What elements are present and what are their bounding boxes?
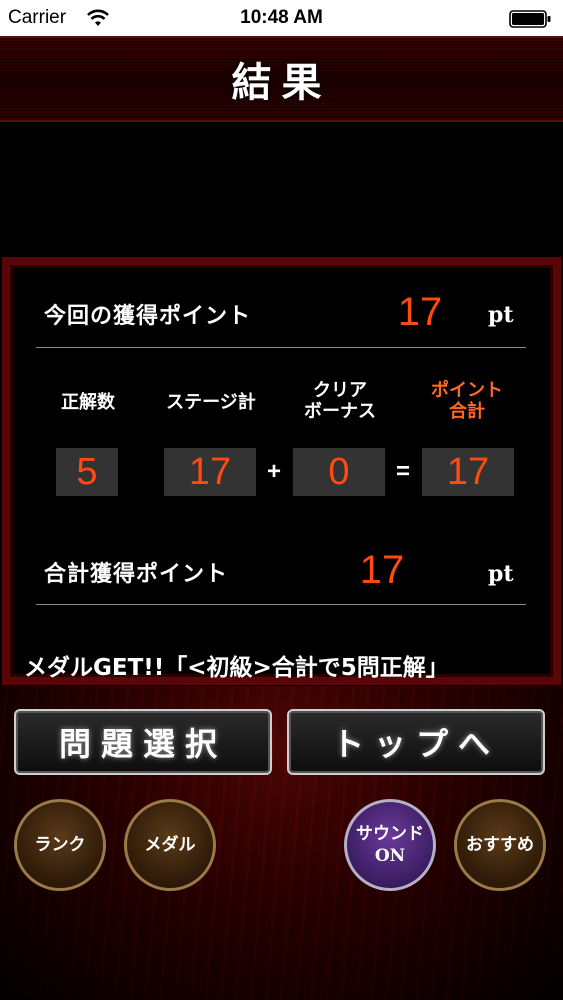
status-bar: Carrier 10:48 AM: [0, 0, 563, 36]
divider-top: [36, 347, 526, 348]
col-header-points-total-line1: ポイント: [431, 380, 503, 401]
recommend-label: おすすめ: [466, 835, 534, 855]
sound-toggle-button[interactable]: サウンド ON: [344, 799, 436, 891]
total-points-unit: pt: [488, 561, 514, 587]
value-stage-total: 17: [164, 448, 256, 496]
rank-label: ランク: [34, 835, 86, 855]
question-select-button[interactable]: 問題選択: [14, 709, 272, 775]
equals-operator: =: [395, 458, 410, 485]
medal-button[interactable]: メダル: [124, 799, 216, 891]
recommend-button[interactable]: おすすめ: [454, 799, 546, 891]
col-header-correct: 正解数: [48, 392, 128, 413]
col-header-clear-bonus-line2: ボーナス: [304, 401, 376, 422]
medal-message: メダルGET!!「<初級>合計で5問正解」: [24, 655, 449, 681]
battery-icon: [509, 10, 551, 28]
col-header-clear-bonus-line1: クリア: [313, 380, 367, 401]
status-time: 10:48 AM: [240, 7, 323, 28]
sound-label-line1: サウンド: [356, 824, 424, 844]
header-bar: 結果: [0, 36, 563, 122]
current-points-label: 今回の獲得ポイント: [44, 303, 252, 329]
to-top-button[interactable]: トップへ: [287, 709, 545, 775]
current-points-unit: pt: [488, 302, 514, 328]
current-points-value: 17: [397, 290, 443, 334]
divider-bottom: [36, 604, 526, 605]
col-header-stage-total: ステージ計: [152, 392, 270, 413]
rank-button[interactable]: ランク: [14, 799, 106, 891]
col-header-points-total-line2: 合計: [449, 401, 485, 422]
page-title: 結果: [231, 59, 332, 106]
col-header-clear-bonus: クリア ボーナス: [292, 380, 388, 422]
medal-label: メダル: [144, 835, 196, 855]
question-select-label: 問題選択: [58, 725, 227, 763]
plus-operator: +: [266, 458, 281, 485]
value-clear-bonus: 0: [293, 448, 385, 496]
to-top-label: トップへ: [331, 725, 500, 763]
col-header-correct-text: 正解数: [61, 392, 115, 413]
sound-label-line2: ON: [374, 846, 406, 866]
col-header-points-total: ポイント 合計: [420, 380, 514, 422]
value-points-total: 17: [422, 448, 514, 496]
value-correct: 5: [56, 448, 118, 496]
total-points-label: 合計獲得ポイント: [44, 561, 229, 587]
col-header-stage-total-text: ステージ計: [166, 392, 256, 413]
total-points-value: 17: [359, 548, 405, 592]
